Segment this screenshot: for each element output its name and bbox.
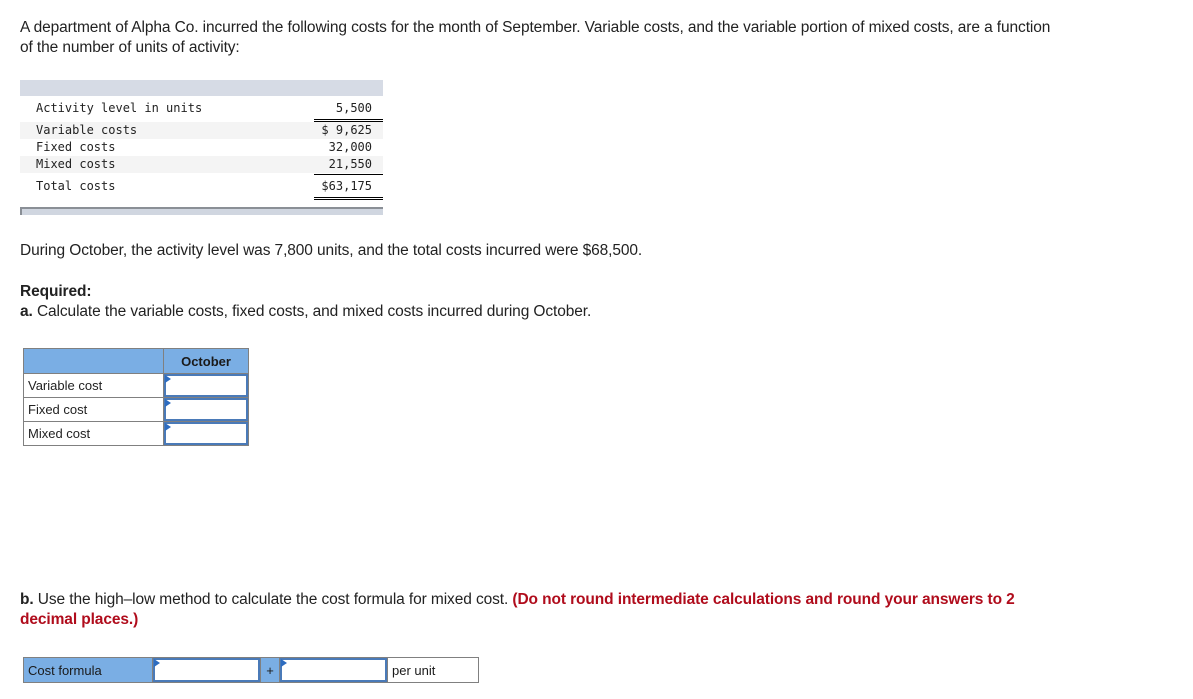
table-header-band: [20, 80, 383, 96]
cost-formula-row: Cost formula + per unit: [23, 657, 479, 683]
fixed-portion-input[interactable]: [153, 658, 260, 682]
plus-sign: +: [261, 658, 280, 682]
mixed-cost-cell: [163, 421, 249, 446]
row-value: $ 9,625: [321, 123, 372, 137]
row-label: Mixed costs: [36, 157, 116, 171]
october-column-header: October: [163, 348, 249, 374]
variable-cost-cell: [163, 373, 249, 398]
per-unit-label: per unit: [388, 658, 478, 682]
header-blank-cell: [23, 348, 164, 374]
cost-formula-label: Cost formula: [24, 658, 153, 682]
mixed-cost-label: Mixed cost: [23, 421, 164, 446]
part-b-question: b. Use the high–low method to calculate …: [20, 590, 1050, 630]
answer-row-mixed: Mixed cost: [23, 421, 249, 446]
variable-rate-cell: [280, 658, 388, 682]
answer-row-fixed: Fixed cost: [23, 397, 249, 422]
total-double-rule-bottom: [314, 199, 383, 200]
answer-row-variable: Variable cost: [23, 373, 249, 398]
row-label: Fixed costs: [36, 140, 116, 154]
row-value: 21,550: [328, 157, 372, 171]
row-value: 5,500: [335, 101, 372, 115]
fixed-cost-cell: [163, 397, 249, 422]
required-heading: Required:: [20, 283, 92, 300]
october-header-row: October: [23, 348, 249, 374]
table-row-activity: Activity level in units 5,500: [20, 100, 383, 117]
table-footer-band: [20, 207, 383, 215]
september-cost-table: Activity level in units 5,500 Variable c…: [20, 80, 383, 215]
table-row-fixed: Fixed costs 32,000: [20, 139, 383, 156]
table-row-total: Total costs $63,175: [20, 178, 383, 195]
october-answer-table: October Variable cost Fixed cost Mixed c…: [23, 348, 249, 446]
variable-cost-label: Variable cost: [23, 373, 164, 398]
part-a-prefix: a.: [20, 303, 33, 320]
fixed-cost-input[interactable]: [164, 398, 248, 421]
fixed-cost-label: Fixed cost: [23, 397, 164, 422]
row-label: Activity level in units: [36, 101, 203, 115]
variable-cost-input[interactable]: [164, 374, 248, 397]
row-label: Total costs: [36, 179, 116, 193]
double-rule-top: [314, 119, 383, 120]
required-block: Required: a. Calculate the variable cost…: [20, 282, 591, 322]
table-row-variable: Variable costs $ 9,625: [20, 122, 383, 139]
table-row-mixed: Mixed costs 21,550: [20, 156, 383, 173]
part-b-prefix: b.: [20, 591, 34, 608]
october-paragraph: During October, the activity level was 7…: [20, 242, 643, 259]
total-double-rule-top: [314, 197, 383, 198]
row-value: 32,000: [328, 140, 372, 154]
variable-rate-input[interactable]: [280, 658, 387, 682]
mixed-cost-input[interactable]: [164, 422, 248, 445]
part-a-question: a. Calculate the variable costs, fixed c…: [20, 302, 591, 322]
row-label: Variable costs: [36, 123, 138, 137]
part-a-text: Calculate the variable costs, fixed cost…: [32, 303, 592, 320]
intro-paragraph: A department of Alpha Co. incurred the f…: [20, 19, 1051, 56]
single-rule: [314, 174, 383, 175]
row-value: $63,175: [321, 179, 372, 193]
fixed-portion-cell: [153, 658, 261, 682]
part-b-text: Use the high–low method to calculate the…: [33, 591, 513, 608]
